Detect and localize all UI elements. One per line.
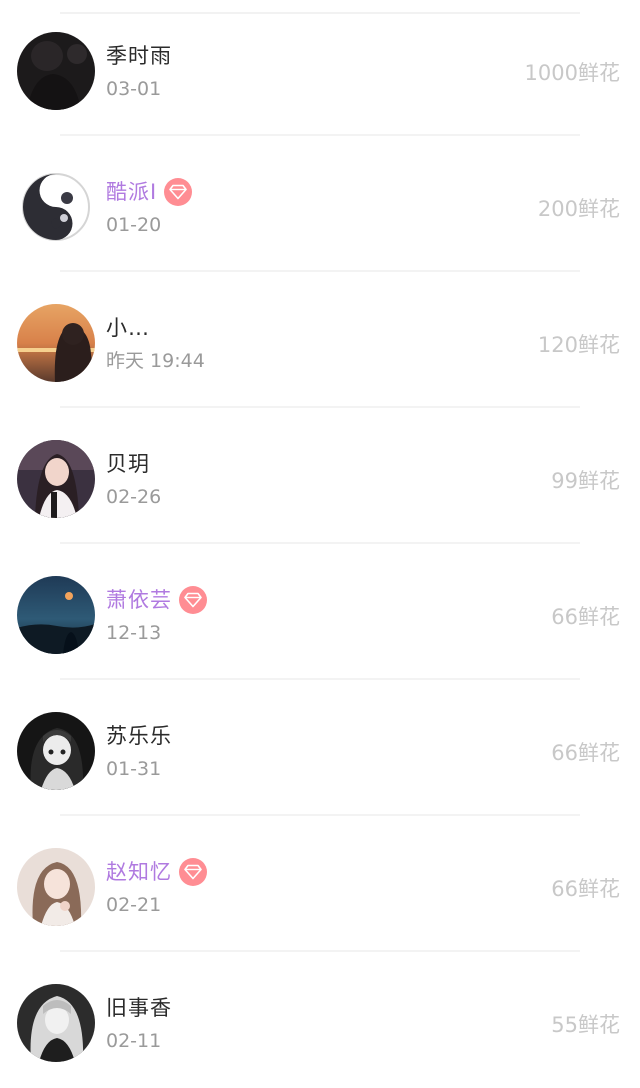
name-line: 贝玥 (106, 449, 150, 479)
avatar-image (17, 576, 95, 654)
list-item[interactable]: 旧事香 02-11 55鲜花 (0, 952, 640, 1088)
avatar-image (17, 32, 95, 110)
avatar[interactable] (17, 848, 95, 926)
avatar-image (17, 440, 95, 518)
user-name[interactable]: 赵知忆 (106, 857, 172, 887)
gift-date: 01-20 (106, 214, 162, 236)
gift-amount: 200鲜花 (537, 197, 620, 221)
user-name[interactable]: 季时雨 (106, 41, 172, 71)
gift-date: 03-01 (106, 78, 162, 100)
gift-amount: 66鲜花 (551, 741, 620, 765)
diamond-icon (184, 864, 202, 880)
list-item[interactable]: 酷派I 01-20 200鲜花 (0, 136, 640, 272)
user-name[interactable]: 萧依芸 (106, 585, 172, 615)
avatar[interactable] (17, 712, 95, 790)
list-item[interactable]: 萧依芸 12-13 66鲜花 (0, 544, 640, 680)
user-name[interactable]: 小… (106, 313, 150, 343)
name-line: 苏乐乐 (106, 721, 172, 751)
vip-badge (179, 858, 207, 886)
name-line: 季时雨 (106, 41, 172, 71)
diamond-icon (184, 592, 202, 608)
list-item[interactable]: 苏乐乐 01-31 66鲜花 (0, 680, 640, 816)
avatar[interactable] (17, 576, 95, 654)
gift-date: 01-31 (106, 758, 162, 780)
name-line: 旧事香 (106, 993, 172, 1023)
vip-badge (179, 586, 207, 614)
gift-amount: 55鲜花 (551, 1013, 620, 1037)
name-line: 萧依芸 (106, 585, 207, 615)
user-name[interactable]: 贝玥 (106, 449, 150, 479)
diamond-icon (169, 184, 188, 200)
avatar-image (17, 712, 95, 790)
avatar-image (17, 984, 95, 1062)
gift-date: 02-21 (106, 894, 162, 916)
gift-date: 02-11 (106, 1030, 162, 1052)
avatar[interactable] (17, 168, 95, 246)
gift-amount: 99鲜花 (551, 469, 620, 493)
avatar-image (17, 304, 95, 382)
list-item[interactable]: 小… 昨天 19:44 120鲜花 (0, 272, 640, 408)
list-item[interactable]: 贝玥 02-26 99鲜花 (0, 408, 640, 544)
vip-badge (164, 178, 193, 206)
user-name[interactable]: 酷派I (106, 177, 157, 207)
name-line: 酷派I (106, 177, 193, 207)
gift-amount: 120鲜花 (537, 333, 620, 357)
gift-date: 昨天 19:44 (106, 350, 205, 372)
gift-amount: 66鲜花 (551, 605, 620, 629)
user-name[interactable]: 旧事香 (106, 993, 172, 1023)
avatar[interactable] (17, 304, 95, 382)
gift-date: 12-13 (106, 622, 162, 644)
avatar[interactable] (17, 440, 95, 518)
list-item[interactable]: 季时雨 03-01 1000鲜花 (0, 0, 640, 136)
gift-amount: 66鲜花 (551, 877, 620, 901)
avatar[interactable] (17, 32, 95, 110)
name-line: 赵知忆 (106, 857, 207, 887)
gift-date: 02-26 (106, 486, 162, 508)
user-name[interactable]: 苏乐乐 (106, 721, 172, 751)
name-line: 小… (106, 313, 150, 343)
avatar-image (17, 848, 95, 926)
avatar[interactable] (17, 984, 95, 1062)
avatar-image (17, 168, 95, 246)
list-item[interactable]: 赵知忆 02-21 66鲜花 (0, 816, 640, 952)
gift-amount: 1000鲜花 (524, 61, 620, 85)
